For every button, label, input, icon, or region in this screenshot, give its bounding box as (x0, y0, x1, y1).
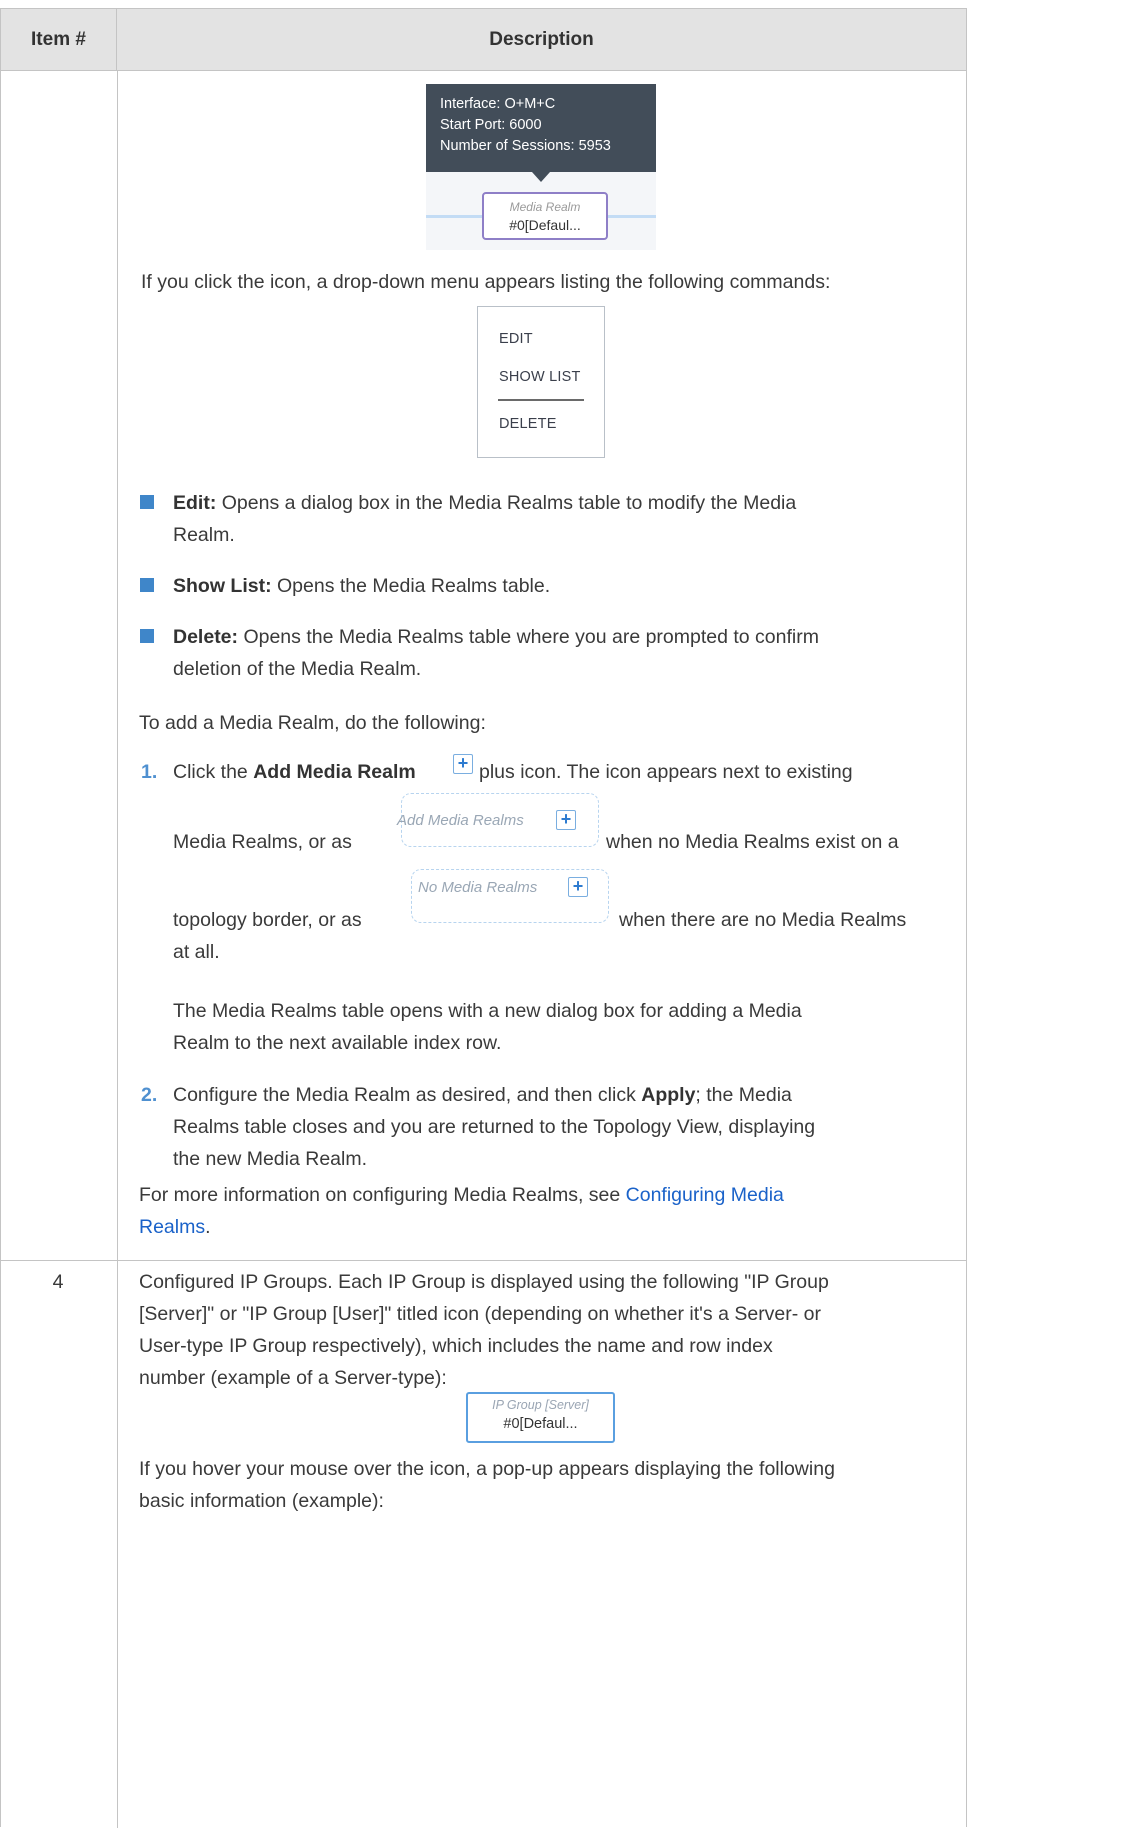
dropdown-menu: EDIT SHOW LIST DELETE (477, 306, 605, 458)
bullet-show-list: Show List: Opens the Media Realms table. (173, 570, 550, 602)
table-header: Item # Description (1, 9, 966, 71)
step1-para2-line1: The Media Realms table opens with a new … (173, 1000, 802, 1022)
menu-item-edit[interactable]: EDIT (499, 331, 533, 347)
step1-line2-end: when no Media Realms exist on a (606, 831, 899, 853)
bullet-icon (140, 629, 154, 643)
bullet-delete-line2: deletion of the Media Realm. (173, 658, 422, 680)
step-text: Configure the Media Realm as desired, an… (173, 1084, 642, 1106)
media-realm-label: Media Realm (509, 200, 581, 214)
tooltip-arrow (532, 172, 550, 182)
row4-hover-line2: basic information (example): (139, 1490, 384, 1512)
click-intro-text: If you click the icon, a drop-down menu … (141, 271, 831, 293)
step-text: Click the (173, 761, 254, 783)
step1-line3: topology border, or as (173, 909, 362, 931)
configuring-media-realms-link[interactable]: Realms (139, 1216, 205, 1238)
tooltip-line: Start Port: 6000 (440, 117, 542, 133)
media-realm-tooltip-figure: Interface: O+M+C Start Port: 6000 Number… (426, 84, 656, 250)
bullet-edit-line2: Realm. (173, 524, 235, 546)
configuring-media-realms-link[interactable]: Configuring Media (626, 1184, 784, 1206)
item-column-header: Item # (1, 9, 117, 70)
media-realm-value: #0[Defaul... (509, 217, 581, 233)
tooltip-line: Number of Sessions: 5953 (440, 138, 611, 154)
menu-item-delete[interactable]: DELETE (499, 416, 557, 432)
bullet-edit-line1: Edit: Opens a dialog box in the Media Re… (173, 487, 796, 519)
bullet-term: Edit: (173, 492, 217, 514)
media-realm-icon[interactable]: Media Realm #0[Defaul... (482, 192, 608, 240)
menu-item-show-list[interactable]: SHOW LIST (499, 369, 581, 385)
step-bold: Add Media Realm (253, 761, 416, 783)
add-media-realm-plus-icon[interactable]: + (556, 810, 576, 830)
row4-line4: number (example of a Server-type): (139, 1367, 447, 1389)
bullet-delete-line1: Delete: Opens the Media Realms table whe… (173, 621, 819, 653)
row4-line2: [Server]" or "IP Group [User]" titled ic… (139, 1303, 822, 1325)
bullet-text: Opens the Media Realms table where you a… (238, 626, 819, 648)
no-media-realms-label: No Media Realms (418, 879, 538, 896)
step1-line1-end: plus icon. The icon appears next to exis… (479, 761, 853, 783)
tooltip-line: Interface: O+M+C (440, 96, 556, 112)
step-number: 2. (141, 1084, 158, 1106)
step1-line1: Click the Add Media Realm (173, 756, 416, 788)
bullet-text: Opens the Media Realms table. (271, 575, 551, 597)
step1-line3-end: when there are no Media Realms (619, 909, 907, 931)
row4-line3: User-type IP Group respectively), which … (139, 1335, 773, 1357)
step-text: ; the Media (695, 1084, 792, 1106)
add-media-realm-plus-icon[interactable]: + (453, 754, 473, 774)
menu-separator (498, 399, 584, 401)
add-media-realm-plus-icon[interactable]: + (568, 877, 588, 897)
description-column-header: Description (489, 28, 594, 50)
step2-line2: Realms table closes and you are returned… (173, 1116, 816, 1138)
bullet-text: Opens a dialog box in the Media Realms t… (216, 492, 797, 514)
step1-line4: at all. (173, 941, 220, 963)
add-intro-text: To add a Media Realm, do the following: (139, 712, 486, 734)
more-info-text: For more information on configuring Medi… (139, 1184, 626, 1206)
bullet-term: Delete: (173, 626, 239, 648)
row4-hover-line1: If you hover your mouse over the icon, a… (139, 1458, 835, 1480)
bullet-term: Show List: (173, 575, 272, 597)
step1-para2-line2: Realm to the next available index row. (173, 1032, 502, 1054)
step1-line2: Media Realms, or as (173, 831, 352, 853)
ip-group-label: IP Group [Server] (492, 1398, 589, 1412)
ip-group-value: #0[Defaul... (503, 1416, 578, 1432)
row4-line1: Configured IP Groups. Each IP Group is d… (139, 1271, 829, 1293)
column-divider (117, 70, 118, 1828)
more-info-line2: Realms. (139, 1211, 211, 1243)
bullet-icon (140, 578, 154, 592)
more-info-line1: For more information on configuring Medi… (139, 1179, 784, 1211)
step2-line3: the new Media Realm. (173, 1148, 368, 1170)
step2-line1: Configure the Media Realm as desired, an… (173, 1079, 792, 1111)
step-number: 1. (141, 761, 158, 783)
more-info-end: . (205, 1216, 211, 1238)
ip-group-server-icon[interactable]: IP Group [Server] #0[Defaul... (466, 1392, 615, 1443)
row-divider (1, 1260, 966, 1261)
bullet-icon (140, 495, 154, 509)
item-number: 4 (52, 1271, 64, 1293)
tooltip-popup: Interface: O+M+C Start Port: 6000 Number… (426, 84, 656, 172)
add-media-realms-label: Add Media Realms (397, 812, 524, 829)
step-bold: Apply (641, 1084, 696, 1106)
